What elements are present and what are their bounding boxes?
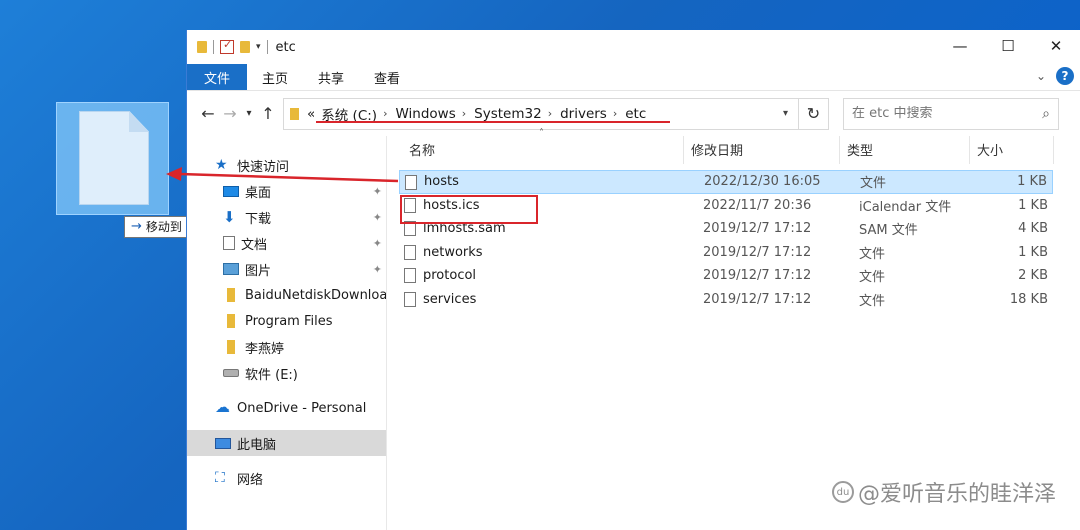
watermark: du @爱听音乐的眭洋泽	[831, 476, 1056, 508]
watermark-text: @爱听音乐的眭洋泽	[857, 482, 1056, 507]
watermark-logo-icon: du	[831, 481, 854, 503]
arrow-shaft	[179, 172, 399, 183]
arrow-head	[166, 167, 182, 181]
annotation-arrow	[166, 167, 399, 183]
